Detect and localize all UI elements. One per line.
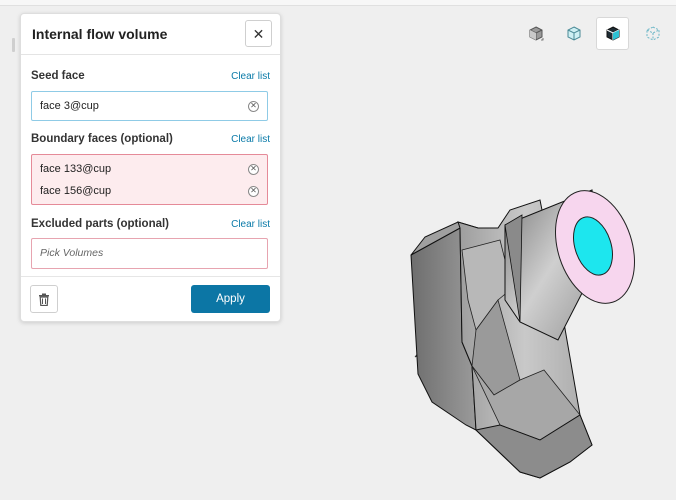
list-item: face 133@cup ✕	[40, 160, 259, 178]
boundary-faces-clear-list-link[interactable]: Clear list	[231, 134, 270, 145]
close-button[interactable]: ✕	[245, 20, 272, 47]
remove-item-icon[interactable]: ✕	[248, 100, 259, 112]
panel-header: Internal flow volume ✕	[21, 14, 280, 55]
excluded-parts-field[interactable]: Pick Volumes	[31, 238, 268, 269]
boundary-face-item: face 156@cup	[40, 185, 112, 197]
remove-item-icon[interactable]: ✕	[248, 185, 259, 197]
trash-icon	[39, 293, 49, 306]
close-icon: ✕	[252, 25, 265, 42]
seed-face-clear-list-link[interactable]: Clear list	[231, 71, 270, 82]
seed-face-label: Seed face	[31, 70, 85, 82]
delete-button[interactable]	[30, 285, 58, 313]
boundary-face-item: face 133@cup	[40, 163, 112, 175]
internal-flow-volume-panel: Internal flow volume ✕ Seed face Clear l…	[20, 13, 281, 322]
list-item: face 156@cup ✕	[40, 182, 259, 200]
list-item: face 3@cup ✕	[40, 97, 259, 115]
boundary-faces-label: Boundary faces (optional)	[31, 133, 173, 145]
boundary-faces-field[interactable]: face 133@cup ✕ face 156@cup ✕	[31, 154, 268, 205]
excluded-parts-clear-list-link[interactable]: Clear list	[231, 219, 270, 230]
apply-button[interactable]: Apply	[191, 285, 270, 313]
seed-face-item: face 3@cup	[40, 100, 99, 112]
excluded-parts-label: Excluded parts (optional)	[31, 218, 170, 230]
remove-item-icon[interactable]: ✕	[248, 163, 259, 175]
excluded-parts-placeholder: Pick Volumes	[40, 247, 104, 259]
panel-title: Internal flow volume	[32, 26, 168, 42]
seed-face-field[interactable]: face 3@cup ✕	[31, 91, 268, 121]
footer-divider	[21, 276, 280, 277]
